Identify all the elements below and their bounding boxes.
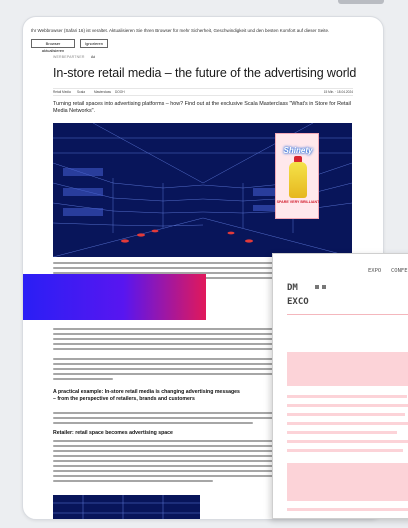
ad-label: Ad bbox=[91, 55, 96, 59]
placeholder-block bbox=[287, 463, 408, 501]
placeholder-line bbox=[287, 440, 408, 443]
ad-brand-name: Shinety bbox=[283, 146, 313, 155]
tag-scala[interactable]: Scala bbox=[77, 90, 85, 94]
ignore-button[interactable]: Ignorieren bbox=[80, 39, 108, 48]
placeholder-line bbox=[287, 431, 397, 434]
logo-line-1: DM bbox=[287, 283, 298, 293]
device-notch bbox=[338, 0, 384, 4]
hero-image: Shinety SPARE VERY BRILLIANT bbox=[53, 123, 352, 257]
reading-time: 15 Min. · 18.04.2024 bbox=[323, 90, 353, 94]
article-category: WERBEPARTNER bbox=[53, 55, 85, 59]
nav-conference[interactable]: CONFE bbox=[391, 268, 408, 274]
logo-dot bbox=[315, 285, 319, 289]
placeholder-block bbox=[287, 352, 408, 386]
tag-dooh[interactable]: DOOH bbox=[115, 90, 125, 94]
placeholder-line bbox=[287, 395, 407, 398]
bottle-icon bbox=[289, 162, 307, 198]
logo-line-2: EXCO bbox=[287, 297, 309, 307]
page-title: In-store retail media – the future of th… bbox=[53, 66, 357, 80]
article-meta-row: Retail Media Scala Masterclass DOOH 15 M… bbox=[53, 88, 353, 96]
logo-dot bbox=[322, 285, 326, 289]
placeholder-line bbox=[287, 449, 403, 452]
product-ad-poster: Shinety SPARE VERY BRILLIANT bbox=[275, 133, 319, 219]
tag-retail-media[interactable]: Retail Media bbox=[53, 90, 71, 94]
subsection-heading: Retailer: retail space becomes advertisi… bbox=[53, 430, 173, 436]
promo-banner[interactable] bbox=[23, 274, 206, 320]
text-line bbox=[53, 378, 113, 380]
divider bbox=[287, 314, 408, 315]
placeholder-line bbox=[287, 404, 408, 407]
placeholder-line bbox=[287, 413, 405, 416]
nav-expo[interactable]: EXPO bbox=[368, 268, 381, 274]
ad-offer-text: SPARE VERY BRILLIANT bbox=[276, 200, 320, 204]
store-illustration-2 bbox=[53, 495, 200, 519]
text-line bbox=[53, 480, 213, 482]
placeholder-line bbox=[287, 422, 408, 425]
text-line bbox=[53, 422, 253, 424]
exco-page-preview[interactable]: EXPO CONFE DM EXCO bbox=[272, 253, 408, 519]
promo-text bbox=[31, 286, 201, 291]
screenshot-stage: Ihr Webbrowser (Safari 16) ist veraltet.… bbox=[0, 0, 408, 528]
article-lead: Turning retail spaces into advertising p… bbox=[53, 101, 351, 115]
article-image-2 bbox=[53, 495, 200, 519]
text-line bbox=[53, 348, 283, 350]
browser-warning-text: Ihr Webbrowser (Safari 16) ist veraltet.… bbox=[31, 28, 330, 33]
section-heading: A practical example: In-store retail med… bbox=[53, 389, 240, 402]
placeholder-line bbox=[287, 508, 408, 511]
tag-masterclass[interactable]: Masterclass bbox=[94, 90, 111, 94]
update-browser-button[interactable]: Browser aktualisieren bbox=[31, 39, 75, 53]
